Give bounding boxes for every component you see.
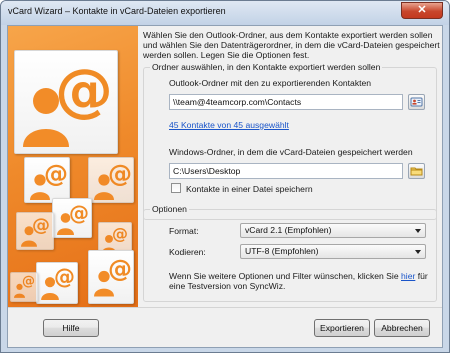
single-file-label: Kontakte in einer Datei speichern bbox=[186, 184, 313, 194]
trial-hint-pre: Wenn Sie weitere Optionen und Filter wün… bbox=[169, 271, 401, 281]
folder-group-legend: Ordner auswählen, in den Kontakte export… bbox=[150, 62, 383, 72]
vcard-wizard-window: vCard Wizard – Kontakte in vCard-Dateien… bbox=[0, 0, 450, 353]
contact-card-icon: @ bbox=[52, 198, 92, 238]
trial-link[interactable]: hier bbox=[401, 271, 415, 281]
format-select[interactable]: vCard 2.1 (Empfohlen) bbox=[240, 223, 426, 238]
chevron-down-icon bbox=[415, 250, 421, 254]
windows-folder-field[interactable]: C:\Users\Desktop bbox=[169, 163, 403, 179]
window-title: vCard Wizard – Kontakte in vCard-Dateien… bbox=[8, 6, 226, 16]
format-label: Format: bbox=[169, 226, 199, 236]
browse-windows-folder-button[interactable] bbox=[408, 163, 425, 179]
footer-divider bbox=[8, 307, 442, 308]
cancel-button[interactable]: Abbrechen bbox=[374, 319, 430, 337]
title-bar[interactable]: vCard Wizard – Kontakte in vCard-Dateien… bbox=[1, 1, 449, 25]
browse-outlook-folder-button[interactable] bbox=[408, 94, 425, 110]
options-group: Optionen Format: vCard 2.1 (Empfohlen) K… bbox=[143, 204, 437, 302]
encoding-label: Kodieren: bbox=[169, 247, 206, 257]
windows-folder-label: Windows-Ordner, in dem die vCard-Dateien… bbox=[169, 147, 413, 157]
format-selected-value: vCard 2.1 (Empfohlen) bbox=[245, 225, 332, 235]
close-button[interactable]: ✕ bbox=[401, 2, 443, 19]
contact-card-icon: @ bbox=[88, 157, 134, 203]
encoding-select[interactable]: UTF-8 (Empfohlen) bbox=[240, 244, 426, 259]
wizard-content: Wählen Sie den Outlook-Ordner, aus dem K… bbox=[138, 26, 444, 307]
trial-hint-post: für bbox=[415, 271, 428, 281]
chevron-down-icon bbox=[415, 229, 421, 233]
folder-icon bbox=[410, 167, 423, 176]
contact-card-icon: @ bbox=[16, 212, 54, 250]
options-group-legend: Optionen bbox=[150, 204, 189, 214]
intro-text: Wählen Sie den Outlook-Ordner, aus dem K… bbox=[143, 30, 440, 60]
help-button[interactable]: Hilfe bbox=[43, 319, 99, 337]
contact-card-icon: @ bbox=[36, 262, 78, 304]
trial-hint-text: Wenn Sie weitere Optionen und Filter wün… bbox=[169, 271, 434, 291]
export-button[interactable]: Exportieren bbox=[314, 319, 370, 337]
trial-hint-line2: eine Testversion von SyncWiz. bbox=[169, 281, 286, 291]
folder-selection-group: Ordner auswählen, in den Kontakte export… bbox=[143, 62, 437, 220]
contact-card-icon: @ bbox=[88, 250, 134, 304]
selected-contacts-link[interactable]: 45 Kontakte von 45 ausgewählt bbox=[169, 120, 289, 130]
encoding-selected-value: UTF-8 (Empfohlen) bbox=[245, 246, 319, 256]
outlook-folder-field[interactable]: \\team@4teamcorp.com\Contacts bbox=[169, 94, 403, 110]
outlook-folder-label: Outlook-Ordner mit den zu exportierenden… bbox=[169, 78, 372, 88]
single-file-checkbox[interactable] bbox=[171, 183, 181, 193]
contact-card-large-icon: @ bbox=[14, 50, 118, 154]
side-banner: @ @ @ @ @ @ @ @ @ bbox=[8, 26, 138, 307]
address-book-icon bbox=[410, 97, 423, 107]
dialog-client-area: @ @ @ @ @ @ @ @ @ Wählen Sie den Outlook… bbox=[7, 25, 443, 348]
contact-card-icon: @ bbox=[24, 157, 70, 203]
contact-card-icon: @ bbox=[10, 272, 38, 302]
